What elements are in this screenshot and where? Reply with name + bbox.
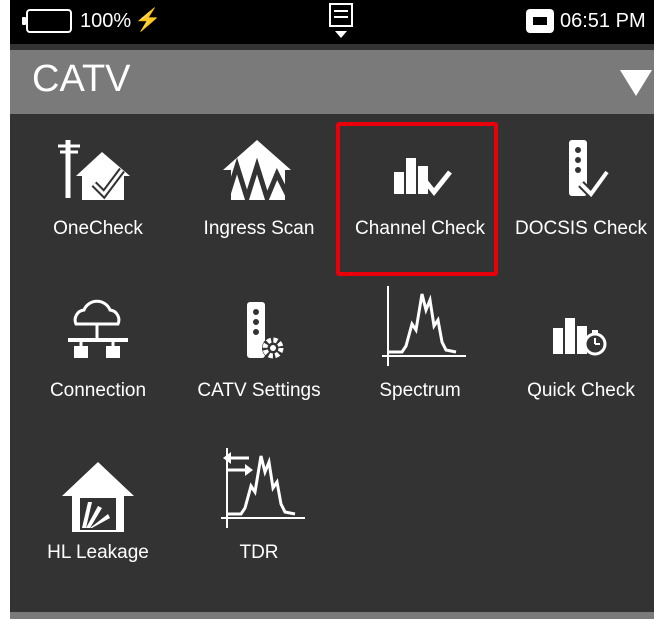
notification-tray-icon[interactable] xyxy=(328,2,354,47)
tile-label: Ingress Scan xyxy=(203,218,315,239)
dropdown-arrow-icon[interactable] xyxy=(620,70,652,96)
charging-bolt-icon: ⚡ xyxy=(134,7,162,32)
tile-label: CATV Settings xyxy=(197,380,321,401)
tile-label: Quick Check xyxy=(527,380,635,401)
tile-quick-check[interactable]: Quick Check xyxy=(501,280,654,440)
network-icon xyxy=(526,9,554,33)
docsis-check-icon xyxy=(501,118,654,222)
tile-catv-settings[interactable]: CATV Settings xyxy=(179,280,339,440)
hl-leakage-icon xyxy=(18,442,178,546)
status-bar: 100% ⚡ 06:51 PM xyxy=(10,0,654,44)
battery-percentage: 100% xyxy=(80,10,132,32)
tile-label: Connection xyxy=(49,380,147,401)
tile-label: Spectrum xyxy=(379,380,461,401)
tile-docsis-check[interactable]: DOCSIS Check xyxy=(501,118,654,278)
tile-tdr[interactable]: TDR xyxy=(179,442,339,602)
onecheck-icon xyxy=(18,118,178,222)
tile-connection[interactable]: Connection xyxy=(18,280,178,440)
spectrum-icon xyxy=(340,280,500,384)
tile-label: TDR xyxy=(239,542,279,563)
tdr-icon xyxy=(179,442,339,546)
tile-label: OneCheck xyxy=(53,218,143,239)
ingress-scan-icon xyxy=(179,118,339,222)
clock: 06:51 PM xyxy=(560,10,646,32)
page-title: CATV xyxy=(32,58,131,100)
selection-highlight xyxy=(336,122,498,276)
tile-label: DOCSIS Check xyxy=(515,218,647,239)
catv-settings-icon xyxy=(179,280,339,384)
tile-ingress-scan[interactable]: Ingress Scan xyxy=(179,118,339,278)
tile-onecheck[interactable]: OneCheck xyxy=(18,118,178,278)
device-screen: 100% ⚡ 06:51 PM CATV OneCheck Ingress Sc… xyxy=(10,0,654,619)
bottom-divider xyxy=(10,612,654,619)
tile-spectrum[interactable]: Spectrum xyxy=(340,280,500,440)
connection-icon xyxy=(18,280,178,384)
battery-icon xyxy=(22,9,72,33)
app-header: CATV xyxy=(10,50,654,114)
tile-hl-leakage[interactable]: HL Leakage xyxy=(18,442,178,602)
tile-label: HL Leakage xyxy=(47,542,149,563)
quick-check-icon xyxy=(501,280,654,384)
